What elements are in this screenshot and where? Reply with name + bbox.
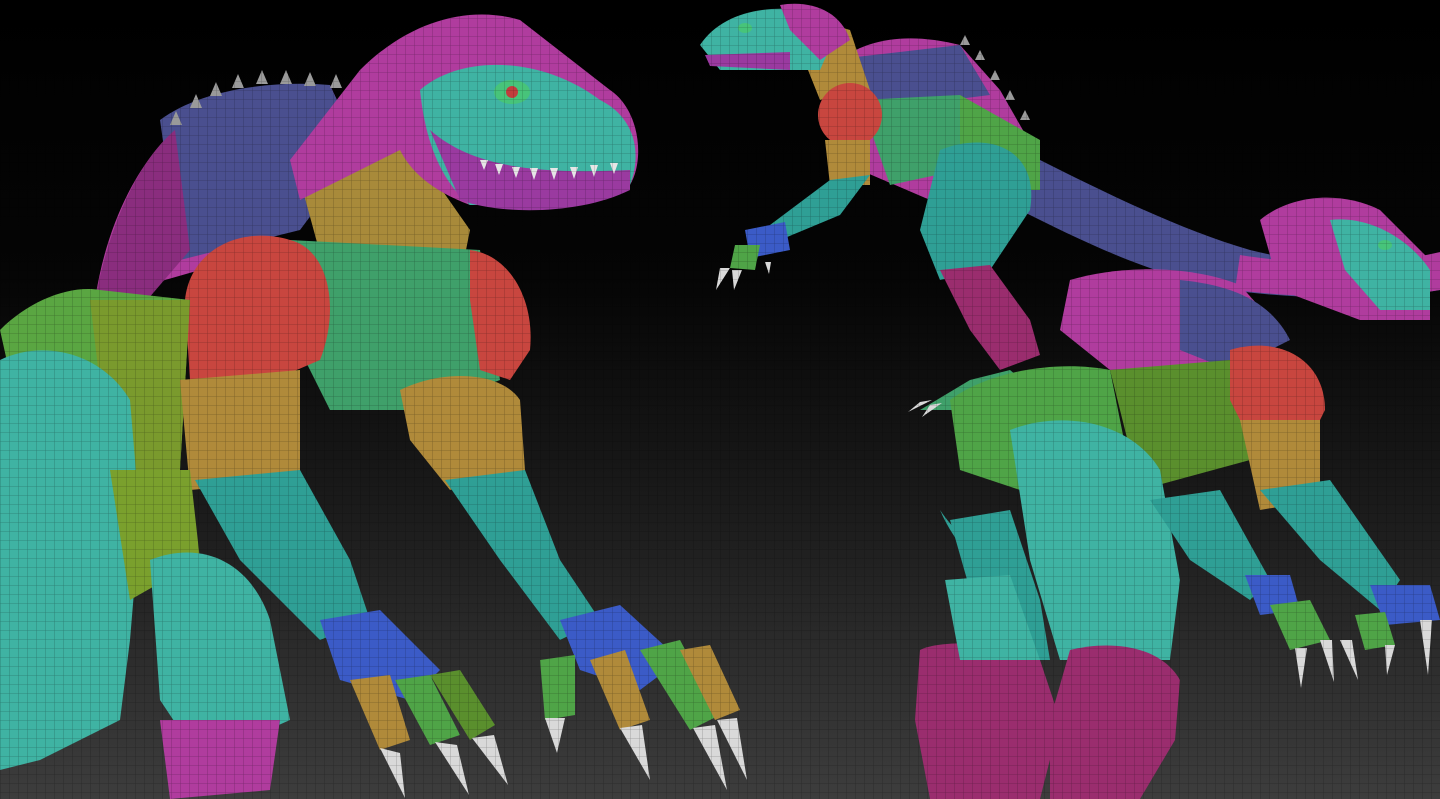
sculpt-viewport [0, 0, 1440, 799]
polygon-wireframe-overlay [0, 0, 1440, 799]
sculpt-scene [0, 0, 1440, 799]
